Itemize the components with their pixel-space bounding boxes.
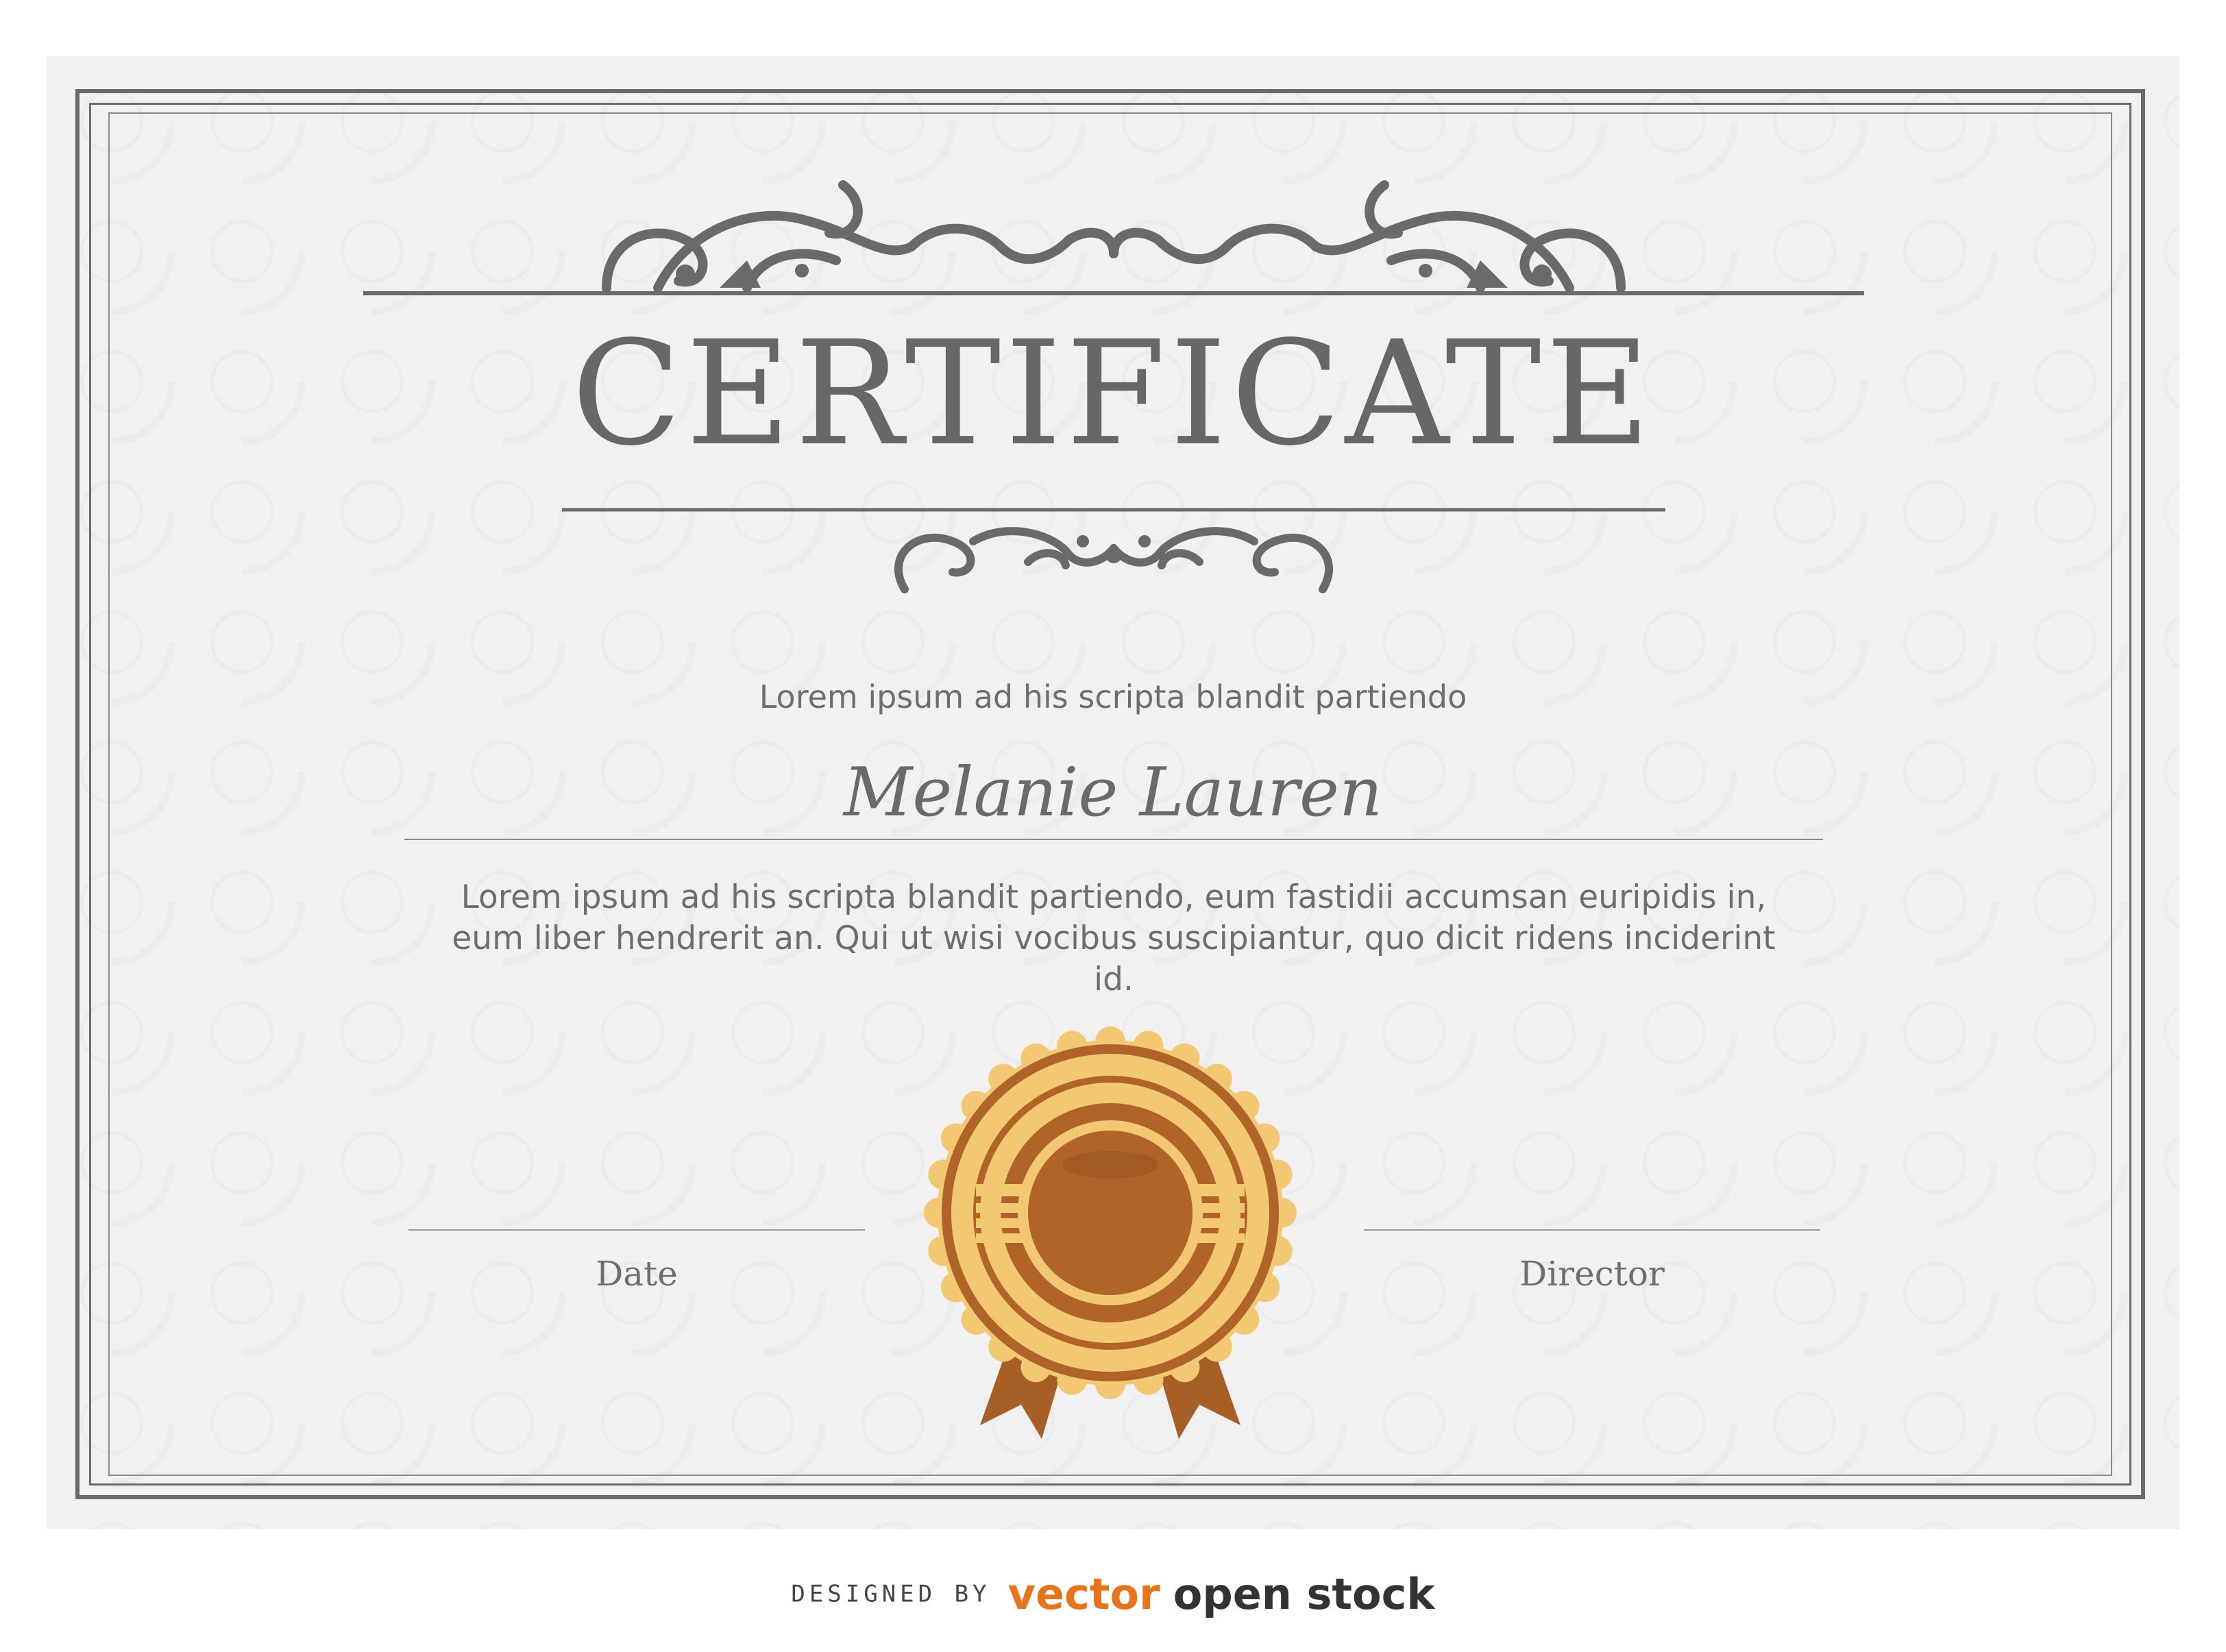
award-seal-icon bbox=[924, 1026, 1297, 1439]
certificate-title: CERTIFICATE bbox=[571, 310, 1655, 478]
date-signature-line bbox=[408, 1229, 865, 1231]
flourish-bottom-icon bbox=[562, 508, 1665, 593]
date-label: Date bbox=[596, 1254, 678, 1294]
certificate-body-text: Lorem ipsum ad his scripta blandit parti… bbox=[452, 878, 1776, 998]
recipient-name-underline bbox=[404, 839, 1823, 840]
footer-credit: DESIGNED BY vector open stock bbox=[0, 1569, 2226, 1619]
flourish-top-icon bbox=[363, 180, 1864, 295]
recipient-name: Melanie Lauren bbox=[843, 754, 1383, 832]
certificate-subtitle: Lorem ipsum ad his scripta blandit parti… bbox=[759, 678, 1467, 715]
brand-open-stock-word: open stock bbox=[1173, 1569, 1435, 1619]
designed-by-label: DESIGNED BY bbox=[791, 1580, 991, 1608]
director-label: Director bbox=[1519, 1254, 1665, 1294]
director-signature-line bbox=[1364, 1229, 1820, 1231]
brand-vector-word: vector bbox=[1007, 1569, 1160, 1619]
